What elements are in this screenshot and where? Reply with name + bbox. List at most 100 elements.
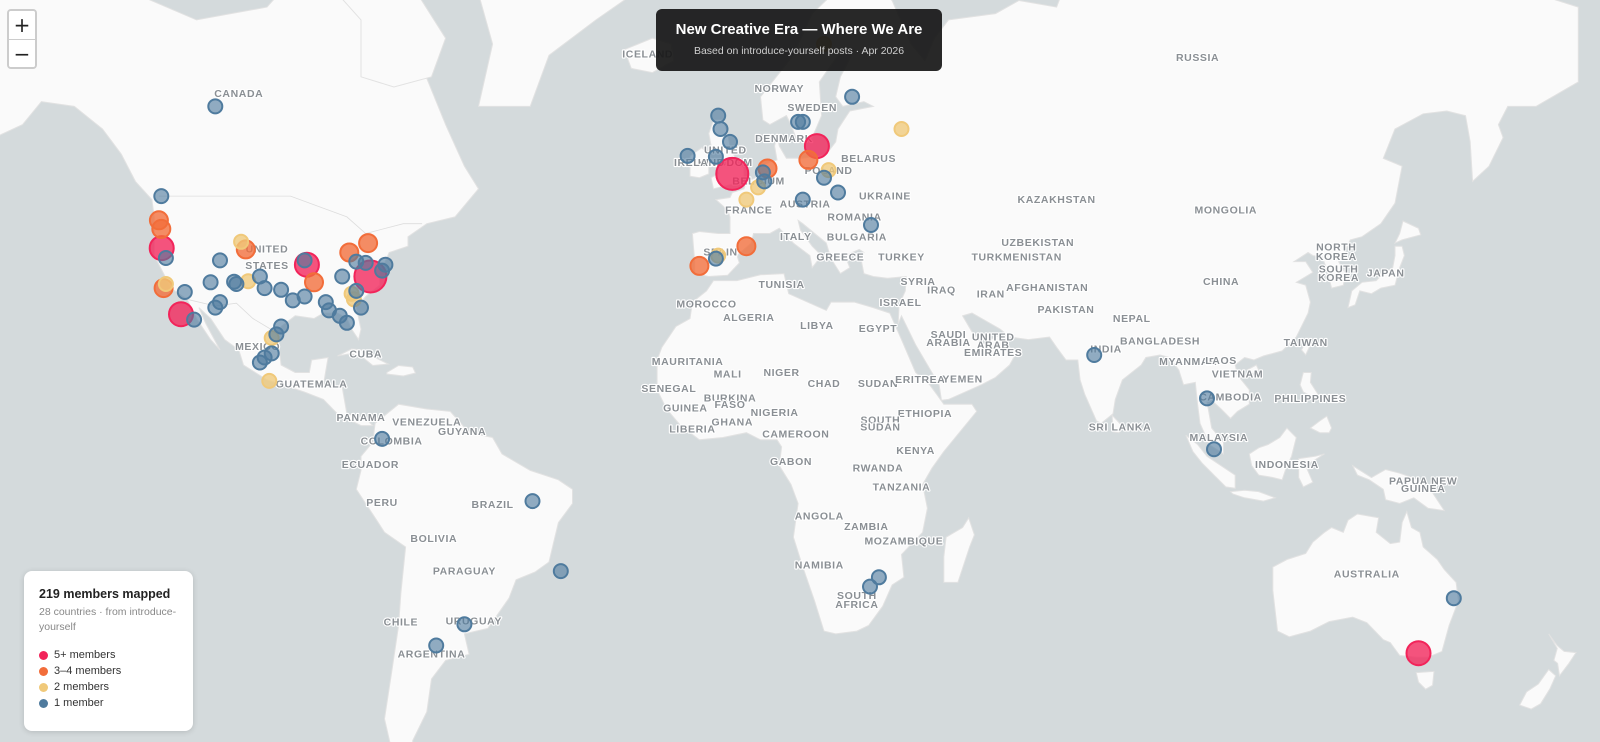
legend-subtitle: 28 countries · from introduce-yourself [39, 606, 177, 633]
member-marker[interactable] [816, 169, 832, 186]
country-label: ISRAEL [880, 297, 922, 309]
country-label: LIBYA [800, 320, 834, 332]
zoom-out-button[interactable]: − [9, 39, 35, 67]
member-marker[interactable] [870, 569, 887, 586]
country-label: GREECE [816, 251, 864, 263]
country-label: GUATEMALA [276, 379, 348, 391]
member-marker[interactable] [202, 274, 219, 291]
country-label: MONGOLIA [1195, 205, 1258, 217]
country-label: UKRAINE [859, 191, 911, 203]
member-marker[interactable] [273, 281, 290, 298]
member-marker[interactable] [228, 276, 245, 292]
member-marker[interactable] [304, 272, 324, 293]
country-label: SENEGAL [641, 383, 696, 395]
member-marker[interactable] [268, 326, 285, 343]
country-label: SWEDEN [787, 102, 837, 114]
country-label: LAOS [1205, 355, 1237, 367]
world-map[interactable]: CANADAUNITEDSTATESMEXICOCUBAGUATEMALAPAN… [0, 0, 1600, 742]
member-marker[interactable] [707, 148, 724, 165]
member-marker[interactable] [456, 616, 473, 633]
member-marker[interactable] [712, 121, 729, 137]
country-label: COLOMBIA [361, 436, 423, 448]
country-label: CANADA [214, 88, 263, 100]
member-marker[interactable] [348, 282, 365, 299]
member-marker[interactable] [233, 233, 250, 250]
member-marker[interactable] [212, 294, 228, 311]
member-marker[interactable] [524, 493, 541, 510]
member-marker[interactable] [334, 268, 351, 285]
member-marker[interactable] [357, 254, 374, 271]
member-marker[interactable] [157, 250, 174, 266]
member-marker[interactable] [358, 233, 379, 254]
member-marker[interactable] [1206, 441, 1222, 458]
member-marker[interactable] [251, 354, 268, 371]
member-marker[interactable] [428, 637, 445, 654]
member-marker[interactable] [830, 184, 846, 201]
map-title: New Creative Era — Where We Are [675, 21, 923, 38]
member-marker[interactable] [863, 217, 879, 233]
country-label: PHILIPPINES [1274, 393, 1346, 405]
country-label: BOLIVIA [410, 533, 457, 545]
member-marker[interactable] [794, 113, 811, 130]
member-marker[interactable] [151, 218, 172, 239]
member-marker[interactable] [794, 191, 811, 208]
member-marker[interactable] [1086, 347, 1103, 363]
country-label: LIBERIA [669, 423, 715, 435]
member-marker[interactable] [377, 256, 394, 273]
country-label: KOREA [1318, 272, 1359, 284]
member-marker[interactable] [844, 88, 861, 105]
country-label: BANGLADESH [1120, 336, 1200, 348]
country-label: TANZANIA [873, 482, 931, 494]
member-marker[interactable] [153, 188, 170, 205]
member-marker[interactable] [374, 430, 391, 447]
member-marker[interactable] [738, 191, 755, 208]
country-label: NEPAL [1113, 313, 1151, 325]
country-label: PANAMA [337, 412, 386, 424]
country-label: EMIRATES [964, 347, 1022, 359]
member-marker[interactable] [296, 288, 313, 305]
country-label: NORWAY [754, 83, 804, 95]
member-marker[interactable] [798, 149, 819, 170]
member-marker[interactable] [338, 314, 355, 331]
member-marker[interactable] [736, 236, 757, 257]
legend-item: 1 member [39, 695, 178, 711]
member-marker[interactable] [256, 280, 273, 297]
member-marker[interactable] [186, 311, 203, 328]
member-marker[interactable] [679, 147, 696, 164]
legend-item: 3–4 members [39, 663, 178, 679]
country-label: IRAN [977, 289, 1005, 301]
member-marker[interactable] [207, 98, 224, 115]
member-marker[interactable] [710, 107, 727, 124]
member-marker[interactable] [353, 299, 369, 316]
member-marker[interactable] [1405, 640, 1432, 667]
country-label: GUINEA [1401, 483, 1445, 495]
country-label: TURKMENISTAN [971, 251, 1061, 263]
member-marker[interactable] [722, 133, 738, 150]
member-marker[interactable] [689, 255, 710, 276]
member-marker[interactable] [296, 252, 313, 269]
country-label: ITALY [780, 231, 812, 243]
member-marker[interactable] [263, 345, 280, 362]
country-label: FASO [715, 399, 746, 411]
country-label: UZBEKISTAN [1001, 237, 1074, 249]
legend-label: 2 members [54, 681, 110, 693]
member-marker[interactable] [1199, 390, 1215, 407]
zoom-in-button[interactable]: + [9, 11, 35, 39]
member-marker[interactable] [212, 252, 228, 269]
country-label: VIETNAM [1212, 368, 1263, 380]
legend-swatch-3to4 [39, 666, 48, 676]
member-marker[interactable] [893, 121, 910, 137]
member-marker[interactable] [261, 372, 278, 389]
legend-swatch-2 [39, 682, 48, 692]
member-marker[interactable] [157, 276, 174, 292]
member-marker[interactable] [176, 284, 193, 300]
country-label: RUSSIA [1176, 52, 1219, 64]
member-marker[interactable] [756, 173, 773, 190]
member-marker[interactable] [1445, 590, 1462, 607]
member-marker[interactable] [707, 250, 724, 267]
country-label: MOROCCO [676, 299, 736, 311]
country-label: NAMIBIA [795, 560, 844, 572]
country-label: SUDAN [860, 421, 900, 433]
member-marker[interactable] [552, 563, 569, 580]
country-label: RWANDA [853, 462, 904, 474]
